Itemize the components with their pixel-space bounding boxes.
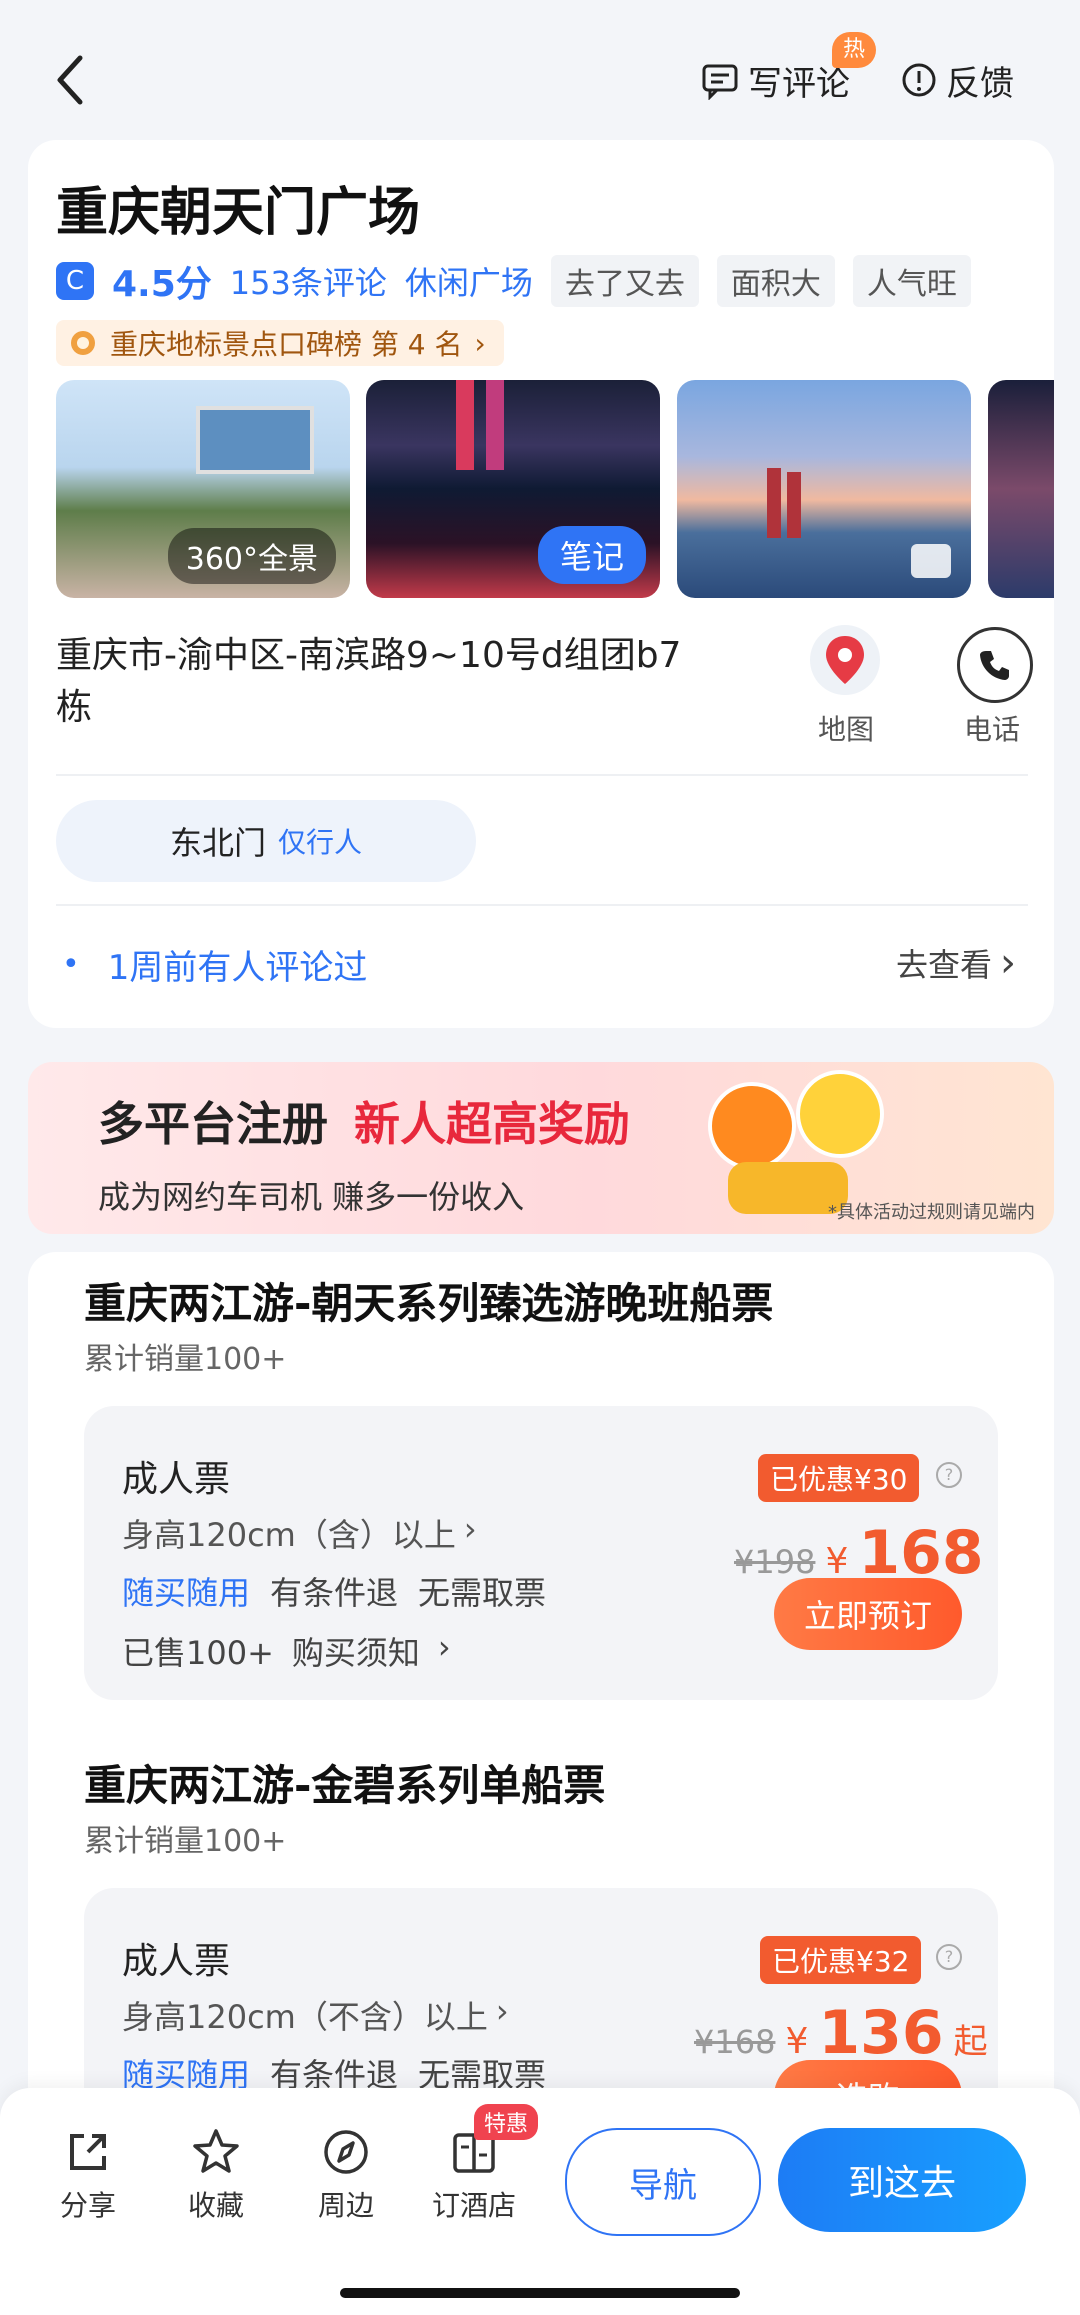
write-review-button[interactable]: 写评论 — [700, 48, 850, 112]
compass-icon — [296, 2120, 396, 2184]
original-price: ¥198 — [734, 1543, 816, 1581]
chevron-right-icon: › — [437, 1628, 451, 1666]
tab-favorite[interactable]: 收藏 — [166, 2120, 266, 2224]
hot-badge: 热 — [832, 32, 876, 68]
review-count: 153条评论 — [229, 264, 387, 302]
banner-headline-red: 新人超高奖励 — [354, 1097, 631, 1151]
photo-sunset[interactable] — [677, 380, 971, 598]
tab-share[interactable]: 分享 — [38, 2120, 138, 2224]
chevron-right-icon: › — [463, 1510, 477, 1548]
promo-banner[interactable]: 多平台注册 新人超高奖励 成为网约车司机 赚多一份收入 *具体活动过规则请见端内 — [28, 1062, 1054, 1234]
map-logo-icon — [796, 1070, 884, 1158]
price-suffix: 起 — [953, 2022, 988, 2062]
poi-title: 重庆朝天门广场 — [56, 183, 421, 243]
recent-review-text: 1周前有人评论过 — [107, 948, 368, 988]
photo-night[interactable]: 笔记 — [366, 380, 660, 598]
phone-button[interactable] — [957, 627, 1033, 703]
feature: 无需取票 — [418, 1574, 547, 1612]
discount-badge: 已优惠¥30 — [758, 1454, 920, 1502]
medal-icon — [71, 331, 95, 355]
navigate-button[interactable]: 导航 — [565, 2128, 761, 2236]
chevron-right-icon: › — [1000, 940, 1017, 986]
divider — [56, 774, 1028, 776]
ticket-name: 成人票 — [122, 1941, 231, 1982]
chevron-right-icon: › — [495, 1992, 509, 2030]
star-icon — [166, 2120, 266, 2184]
chevron-left-icon — [57, 55, 83, 105]
view-more-label: 去查看 — [896, 946, 993, 984]
ticket-features: 随买随用 有条件退 无需取票 — [122, 1568, 546, 1614]
divider — [56, 904, 1028, 906]
help-icon[interactable]: ? — [936, 1944, 962, 1970]
photo-more[interactable] — [988, 380, 1054, 598]
product-sales: 累计销量100+ — [84, 1824, 287, 1859]
height-rule-text: 身高120cm（含）以上 — [122, 1516, 456, 1554]
currency: ¥ — [785, 2021, 809, 2062]
home-indicator — [340, 2288, 740, 2298]
tag: 面积大 — [716, 255, 835, 307]
purchase-notice: 购买须知 — [291, 1634, 420, 1672]
back-button[interactable] — [50, 50, 90, 110]
banner-footnote: *具体活动过规则请见端内 — [828, 1202, 1035, 1223]
feature-highlight: 随买随用 — [122, 1574, 251, 1612]
score: 4.5分 — [112, 264, 212, 305]
gate-note: 仅行人 — [278, 826, 363, 859]
height-rule[interactable]: 身高120cm（不含）以上 › — [122, 1992, 509, 2038]
product-title[interactable]: 重庆两江游-朝天系列臻选游晚班船票 — [84, 1270, 773, 1331]
current-price: 136 — [818, 1998, 944, 2068]
rating-logo-icon: C — [56, 262, 94, 300]
discount-badge: 已优惠¥32 — [760, 1936, 922, 1984]
product-sales: 累计销量100+ — [84, 1342, 287, 1377]
product-title[interactable]: 重庆两江游-金碧系列单船票 — [84, 1752, 605, 1813]
original-price: ¥168 — [694, 2023, 776, 2061]
help-icon[interactable]: ? — [936, 1462, 962, 1488]
ticket-name: 成人票 — [122, 1459, 231, 1500]
view-more-link[interactable]: 去查看 › — [896, 940, 1016, 986]
banner-headline: 多平台注册 — [98, 1097, 328, 1151]
price: ¥168 ¥ 136 起 — [694, 1998, 988, 2068]
chevron-right-icon: › — [474, 326, 486, 360]
tag: 人气旺 — [852, 255, 971, 307]
gate-chip[interactable]: 东北门 仅行人 — [56, 800, 476, 882]
height-rule[interactable]: 身高120cm（含）以上 › — [122, 1510, 477, 1556]
sold-count: 已售100+ — [122, 1634, 274, 1672]
gate-name: 东北门 — [169, 824, 266, 862]
phone-label: 电话 — [963, 713, 1020, 746]
tab-nearby[interactable]: 周边 — [296, 2120, 396, 2224]
rating-row[interactable]: C 4.5分 153条评论 休闲广场 去了又去 面积大 人气旺 — [56, 255, 971, 307]
height-rule-text: 身高120cm（不含）以上 — [122, 1998, 488, 2036]
ticket-meta[interactable]: 已售100+ 购买须知 › — [122, 1628, 451, 1674]
map-label: 地图 — [817, 713, 874, 746]
map-pin-icon — [810, 625, 880, 695]
address: 重庆市-渝中区-南滨路9~10号d组团b7栋 — [56, 635, 682, 728]
rank-badge[interactable]: 重庆地标景点口碑榜 第 4 名 › — [56, 320, 504, 366]
currency: ¥ — [825, 1541, 849, 1582]
photo-panorama[interactable]: 360°全景 — [56, 380, 350, 598]
tab-label: 收藏 — [187, 2189, 244, 2222]
tab-label: 周边 — [317, 2189, 374, 2222]
comment-icon — [702, 64, 738, 100]
map-button[interactable] — [810, 625, 880, 695]
feature: 有条件退 — [270, 1574, 399, 1612]
notes-badge: 笔记 — [537, 526, 646, 584]
go-here-button[interactable]: 到这去 — [778, 2128, 1026, 2232]
feedback-button[interactable]: 反馈 — [900, 48, 1014, 112]
recent-review: • 1周前有人评论过 — [62, 940, 367, 989]
book-now-button[interactable]: 立即预订 — [774, 1578, 962, 1650]
tab-label: 分享 — [59, 2189, 116, 2222]
category: 休闲广场 — [404, 264, 533, 302]
feedback-label: 反馈 — [946, 63, 1014, 104]
didi-logo-icon — [708, 1082, 796, 1170]
share-icon — [38, 2120, 138, 2184]
special-offer-badge: 特惠 — [474, 2104, 539, 2140]
phone-icon — [980, 651, 1009, 680]
tab-label: 订酒店 — [431, 2189, 516, 2222]
tag: 去了又去 — [550, 255, 699, 307]
panorama-badge: 360°全景 — [167, 528, 336, 584]
banner-subtitle: 成为网约车司机 赚多一份收入 — [98, 1178, 525, 1216]
gallery-icon — [911, 544, 951, 578]
rank-text: 重庆地标景点口碑榜 第 4 名 — [110, 328, 463, 361]
alert-icon — [902, 63, 936, 97]
